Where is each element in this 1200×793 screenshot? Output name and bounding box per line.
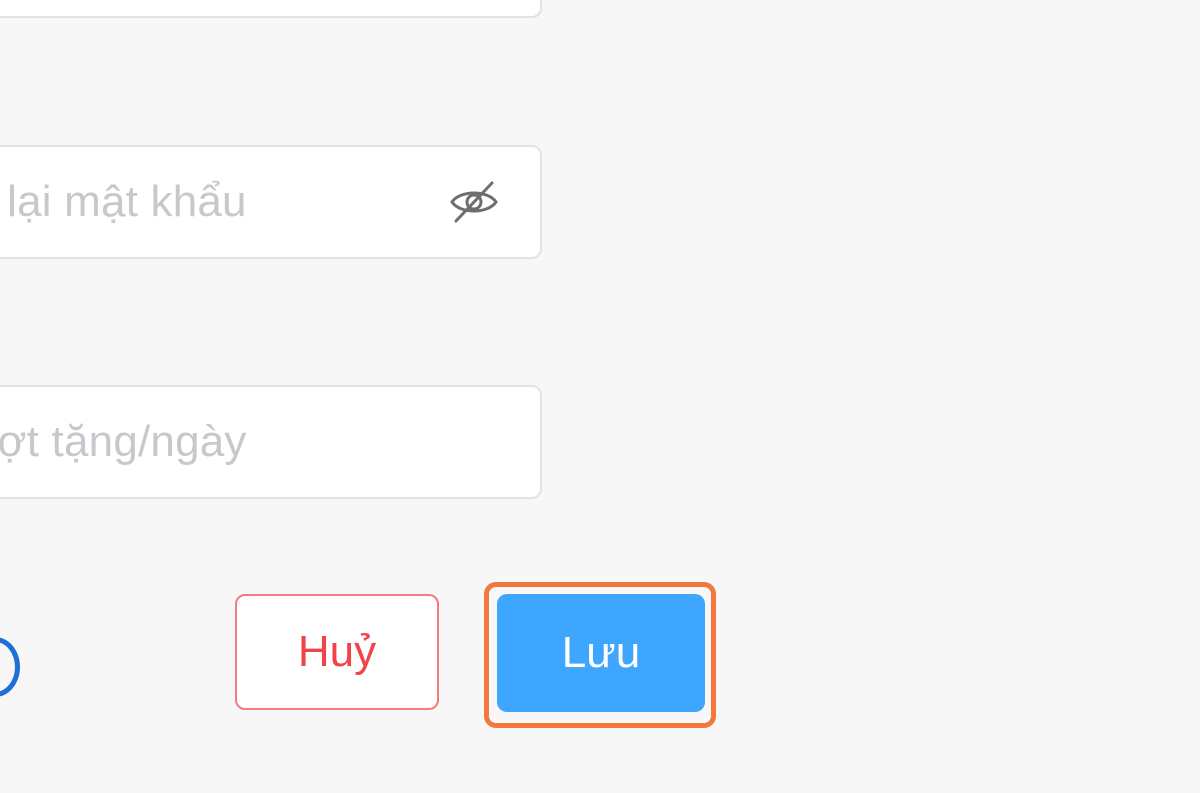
confirm-password-placeholder: p lại mật khẩu: [0, 177, 247, 226]
confirm-password-field[interactable]: p lại mật khẩu: [0, 145, 542, 259]
radio-button[interactable]: [0, 637, 20, 697]
cancel-button[interactable]: Huỷ: [235, 594, 439, 710]
daily-gift-placeholder: ượt tặng/ngày: [0, 417, 247, 466]
previous-input-field[interactable]: [0, 0, 542, 18]
daily-gift-field[interactable]: ượt tặng/ngày: [0, 385, 542, 499]
form-page: p lại mật khẩu ượt tặng/ngày Huỷ Lưu: [0, 0, 1200, 793]
eye-slash-icon[interactable]: [448, 179, 500, 225]
save-button[interactable]: Lưu: [497, 594, 705, 712]
